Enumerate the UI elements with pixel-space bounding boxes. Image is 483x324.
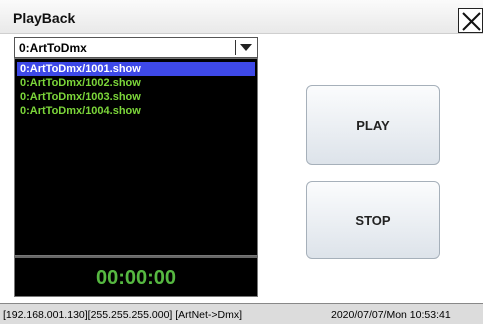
close-button[interactable]	[458, 8, 483, 33]
list-item-1003[interactable]: 0:ArtToDmx/1003.show	[17, 90, 255, 104]
source-dropdown[interactable]: 0:ArtToDmx	[14, 37, 258, 58]
title-bar: PlayBack	[0, 0, 483, 34]
list-item-1001[interactable]: 0:ArtToDmx/1001.show	[17, 62, 255, 76]
dropdown-divider	[235, 40, 236, 55]
dropdown-value: 0:ArtToDmx	[19, 41, 87, 55]
list-item-1004[interactable]: 0:ArtToDmx/1004.show	[17, 104, 255, 118]
playback-timer: 00:00:00	[95, 267, 177, 289]
status-bar: [192.168.001.130][255.255.255.000] [ArtN…	[0, 303, 483, 324]
playback-screen: PlayBack 0:ArtToDmx 0:ArtToDmx/1001.show…	[0, 0, 483, 324]
timer-panel: 00:00:00	[14, 256, 258, 297]
play-button[interactable]: PLAY	[306, 85, 440, 165]
stop-button[interactable]: STOP	[306, 181, 440, 259]
date-time: 2020/07/07/Mon 10:53:41	[331, 309, 451, 321]
show-file-list[interactable]: 0:ArtToDmx/1001.show 0:ArtToDmx/1002.sho…	[14, 58, 258, 256]
window-title: PlayBack	[13, 10, 76, 26]
list-item-1002[interactable]: 0:ArtToDmx/1002.show	[17, 76, 255, 90]
chevron-down-icon[interactable]	[240, 44, 252, 52]
network-status: [192.168.001.130][255.255.255.000] [ArtN…	[3, 309, 243, 321]
close-x-icon	[462, 12, 481, 31]
